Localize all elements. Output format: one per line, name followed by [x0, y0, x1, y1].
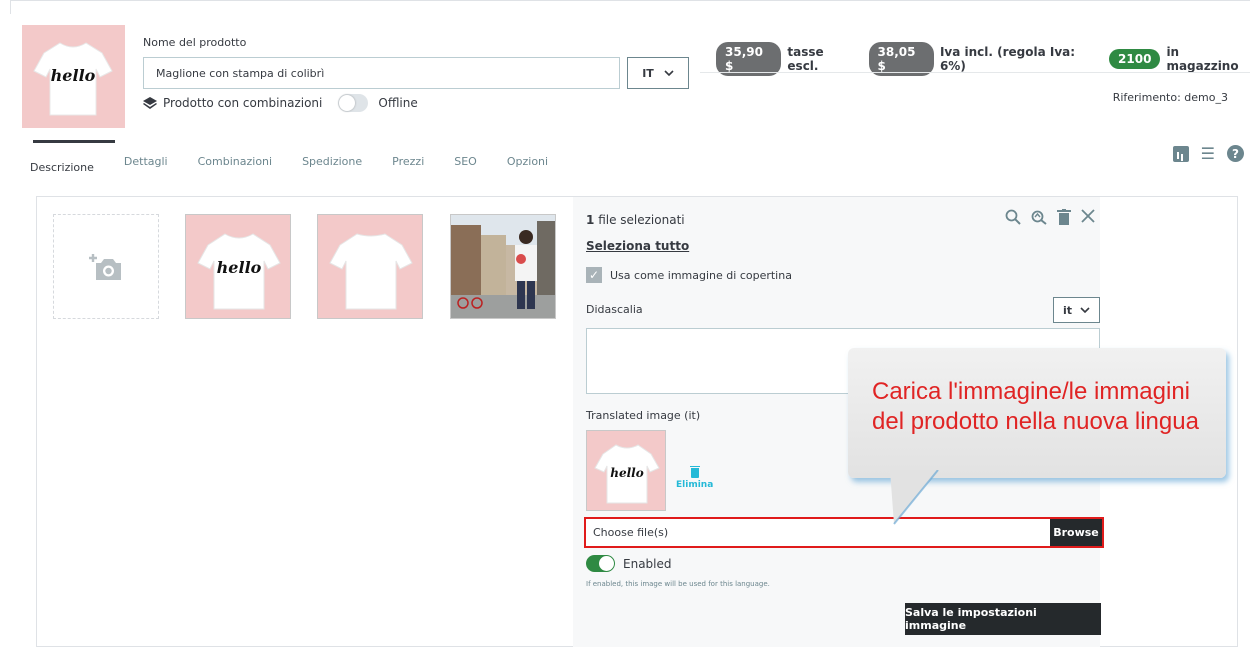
statistics-icon[interactable]	[1172, 145, 1189, 162]
tshirt-print-text: hello	[610, 466, 643, 480]
active-tab-indicator	[33, 140, 115, 143]
file-input[interactable]: Choose file(s)	[586, 519, 1050, 546]
callout-line-1: Carica l'immagine/le immagini	[872, 378, 1191, 405]
add-photo-icon	[89, 253, 121, 280]
tab-combinazioni[interactable]: Combinazioni	[198, 150, 272, 179]
product-name-value: Maglione con stampa di colibrì	[156, 66, 325, 80]
price-excl-badge: 35,90 $	[716, 42, 782, 76]
chevron-down-icon	[664, 70, 674, 76]
product-cover-thumbnail[interactable]: hello	[22, 25, 125, 128]
language-select-value: IT	[642, 66, 654, 80]
select-all-link[interactable]: Seleziona tutto	[586, 239, 689, 253]
stock-label: in magazzino	[1166, 45, 1239, 73]
product-reference: Riferimento: demo_3	[1112, 91, 1228, 104]
replace-icon[interactable]	[1031, 209, 1047, 225]
delete-label: Elimina	[676, 480, 714, 490]
translated-image-thumbnail: hello	[586, 430, 666, 511]
product-image-thumbnail[interactable]	[450, 214, 556, 319]
stock-badge: 2100	[1109, 49, 1161, 69]
combinations-label: Prodotto con combinazioni	[163, 96, 323, 110]
file-upload-field[interactable]: Choose file(s) Browse	[584, 517, 1104, 548]
tab-prezzi[interactable]: Prezzi	[392, 150, 424, 179]
price-incl-badge: 38,05 $	[868, 42, 934, 76]
help-icon[interactable]: ?	[1227, 145, 1244, 162]
price-incl-label: Iva incl. (regola Iva: 6%)	[939, 45, 1076, 73]
price-excl-label: tasse escl.	[787, 45, 824, 73]
tab-dettagli[interactable]: Dettagli	[124, 150, 168, 179]
layers-icon	[143, 97, 157, 109]
zoom-icon[interactable]	[1005, 209, 1021, 225]
trash-icon[interactable]	[1057, 209, 1071, 225]
header-divider	[700, 72, 1250, 73]
enabled-label: Enabled	[623, 556, 672, 571]
translated-image-label: Translated image (it)	[586, 409, 701, 422]
product-image-thumbnail[interactable]	[317, 214, 423, 319]
trash-icon	[689, 466, 700, 478]
language-select[interactable]: IT	[627, 57, 689, 89]
tab-descrizione[interactable]: Descrizione	[30, 156, 94, 179]
tshirt-print-text: hello	[217, 258, 262, 277]
save-image-settings-button[interactable]: Salva le impostazioni immagine	[905, 603, 1101, 635]
product-name-input[interactable]: Maglione con stampa di colibrì	[143, 57, 620, 89]
enabled-toggle[interactable]	[586, 555, 615, 572]
product-name-label: Nome del prodotto	[143, 36, 247, 49]
product-tabs: Descrizione Dettagli Combinazioni Spediz…	[30, 150, 578, 179]
delete-translated-image-button[interactable]: Elimina	[676, 466, 714, 490]
callout-line-2: del prodotto nella nuova lingua	[872, 408, 1199, 435]
tab-spedizione[interactable]: Spedizione	[302, 150, 362, 179]
cover-checkbox[interactable]: ✓	[586, 267, 602, 283]
callout-pointer	[890, 470, 939, 525]
selected-count-label: file selezionati	[598, 213, 685, 227]
window-frame	[10, 0, 1250, 14]
tab-seo[interactable]: SEO	[454, 150, 477, 179]
caption-label: Didascalia	[586, 303, 643, 316]
list-icon[interactable]: ☰	[1201, 145, 1215, 162]
enabled-hint: If enabled, this image will be used for …	[586, 580, 770, 588]
cover-label: Usa come immagine di copertina	[610, 268, 792, 282]
selected-files-count: 1 file selezionati	[586, 213, 685, 227]
tshirt-print-text: hello	[51, 66, 96, 85]
product-image-thumbnail[interactable]: hello	[185, 214, 291, 319]
tab-opzioni[interactable]: Opzioni	[507, 150, 548, 179]
chevron-down-icon	[1080, 307, 1090, 313]
online-toggle[interactable]	[338, 94, 369, 112]
caption-language-value: it	[1062, 303, 1073, 317]
add-image-dropzone[interactable]	[53, 214, 159, 319]
caption-language-select[interactable]: it	[1053, 297, 1100, 323]
close-icon[interactable]	[1081, 209, 1095, 223]
status-label: Offline	[378, 96, 418, 110]
selected-count-number: 1	[586, 213, 595, 227]
browse-button[interactable]: Browse	[1050, 519, 1102, 546]
